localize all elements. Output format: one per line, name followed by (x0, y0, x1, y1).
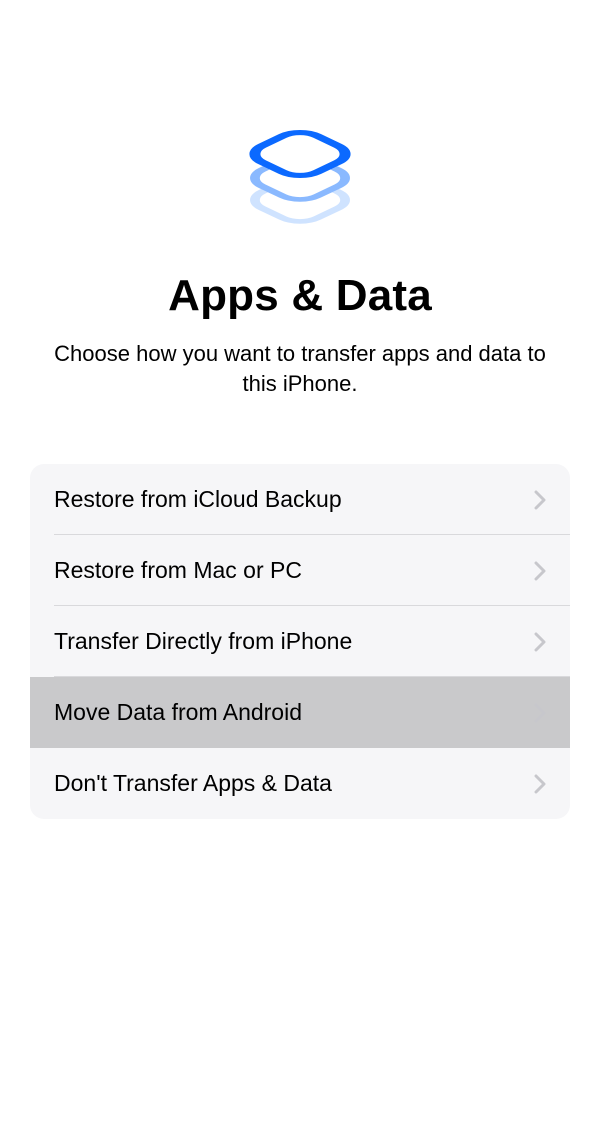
page-title: Apps & Data (168, 271, 432, 321)
apps-and-data-icon (245, 105, 355, 235)
option-restore-icloud[interactable]: Restore from iCloud Backup (30, 464, 570, 535)
chevron-right-icon (534, 561, 546, 581)
transfer-options-list: Restore from iCloud Backup Restore from M… (30, 464, 570, 819)
option-transfer-iphone[interactable]: Transfer Directly from iPhone (30, 606, 570, 677)
chevron-right-icon (534, 774, 546, 794)
chevron-right-icon (534, 632, 546, 652)
option-label: Don't Transfer Apps & Data (54, 770, 332, 797)
option-move-android[interactable]: Move Data from Android (30, 677, 570, 748)
option-label: Transfer Directly from iPhone (54, 628, 352, 655)
chevron-right-icon (534, 490, 546, 510)
page-subtitle: Choose how you want to transfer apps and… (0, 339, 600, 398)
option-label: Restore from Mac or PC (54, 557, 302, 584)
apps-and-data-screen: Apps & Data Choose how you want to trans… (0, 0, 600, 1141)
option-label: Move Data from Android (54, 699, 302, 726)
option-label: Restore from iCloud Backup (54, 486, 342, 513)
option-dont-transfer[interactable]: Don't Transfer Apps & Data (30, 748, 570, 819)
chevron-right-icon (534, 703, 546, 723)
option-restore-mac-pc[interactable]: Restore from Mac or PC (30, 535, 570, 606)
